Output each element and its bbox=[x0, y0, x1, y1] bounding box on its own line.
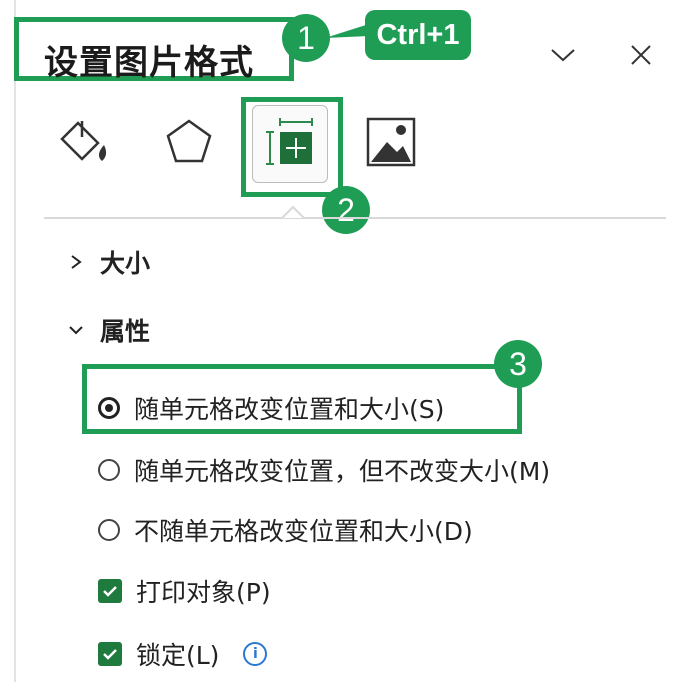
collapse-button[interactable] bbox=[546, 38, 580, 72]
effects-icon bbox=[166, 119, 212, 163]
chevron-down-icon bbox=[551, 49, 575, 62]
shortcut-tag: Ctrl+1 bbox=[365, 10, 471, 60]
option-move-and-size[interactable]: 随单元格改变位置和大小(S) bbox=[98, 390, 444, 426]
option-dont-move[interactable]: 不随单元格改变位置和大小(D) bbox=[98, 512, 473, 548]
option-move-not-size-label: 随单元格改变位置，但不改变大小(M) bbox=[134, 457, 551, 486]
chevron-right-icon bbox=[66, 254, 86, 270]
fill-line-icon bbox=[60, 121, 107, 161]
section-size[interactable]: 大小 bbox=[66, 244, 150, 280]
tab-picture[interactable] bbox=[362, 112, 420, 172]
pane-title: 设置图片格式 bbox=[44, 43, 254, 83]
chevron-down-icon bbox=[66, 324, 86, 336]
tabs-separator bbox=[44, 217, 666, 219]
tab-fill-line[interactable] bbox=[60, 112, 118, 172]
option-lock-label: 锁定(L) bbox=[136, 641, 220, 670]
option-dont-move-label: 不随单元格改变位置和大小(D) bbox=[134, 517, 473, 546]
size-properties-icon bbox=[266, 118, 313, 165]
radio-icon[interactable] bbox=[98, 459, 120, 481]
option-print-object[interactable]: 打印对象(P) bbox=[98, 573, 271, 609]
checkbox-checked-icon[interactable] bbox=[98, 579, 122, 603]
section-size-label: 大小 bbox=[100, 249, 151, 278]
option-move-and-size-label: 随单元格改变位置和大小(S) bbox=[134, 395, 445, 424]
section-properties-label: 属性 bbox=[100, 317, 151, 346]
pane-left-border bbox=[0, 0, 16, 682]
option-move-not-size[interactable]: 随单元格改变位置，但不改变大小(M) bbox=[98, 452, 550, 488]
section-properties[interactable]: 属性 bbox=[66, 312, 150, 348]
radio-icon[interactable] bbox=[98, 519, 120, 541]
close-icon bbox=[631, 45, 651, 65]
close-button[interactable] bbox=[624, 38, 658, 72]
radio-selected-icon[interactable] bbox=[98, 397, 120, 419]
tab-size-properties[interactable] bbox=[252, 105, 328, 183]
tab-effects[interactable] bbox=[160, 112, 218, 172]
step-badge-1: 1 bbox=[282, 14, 330, 62]
picture-icon bbox=[366, 117, 416, 167]
selected-tab-pointer bbox=[282, 205, 304, 219]
option-lock[interactable]: 锁定(L) i bbox=[98, 636, 268, 672]
step-badge-2: 2 bbox=[322, 186, 370, 234]
checkbox-checked-icon[interactable] bbox=[98, 642, 122, 666]
step-badge-3: 3 bbox=[494, 340, 542, 388]
option-print-label: 打印对象(P) bbox=[136, 578, 271, 607]
info-icon[interactable]: i bbox=[243, 642, 268, 666]
